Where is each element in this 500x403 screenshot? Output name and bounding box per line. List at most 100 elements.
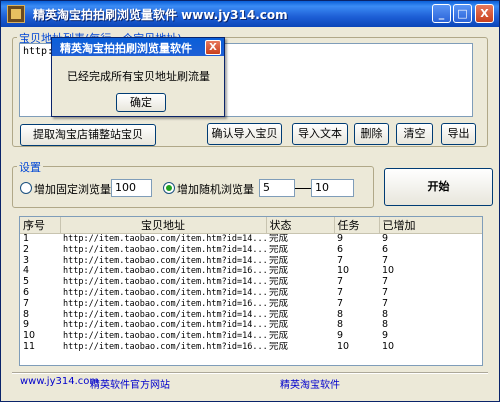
col-header-status[interactable]: 状态 (266, 217, 335, 234)
table-row[interactable]: 1 http://item.taobao.com/item.htm?id=14..… (20, 234, 482, 245)
cell-added: 10 (382, 266, 395, 277)
cell-status: 完成 (269, 255, 289, 266)
cell-index: 2 (23, 244, 30, 255)
cell-status: 完成 (269, 277, 289, 288)
settings-label: 设置 (17, 159, 43, 175)
table-row[interactable]: 3 http://item.taobao.com/item.htm?id=14..… (20, 256, 482, 267)
cell-task: 7 (337, 255, 344, 266)
clear-button[interactable]: 清空 (396, 123, 433, 145)
cell-url: http://item.taobao.com/item.htm?id=14... (63, 244, 266, 255)
dialog-ok-button[interactable]: 确定 (116, 93, 166, 112)
cell-task: 10 (337, 266, 350, 277)
table-row[interactable]: 7 http://item.taobao.com/item.htm?id=16..… (20, 299, 482, 310)
fixed-views-radio[interactable] (20, 182, 32, 194)
random-views-label: 增加随机浏览量 (177, 183, 254, 196)
footer-site-url[interactable]: www.jy314.com (20, 376, 99, 387)
minimize-button[interactable]: _ (432, 4, 451, 23)
col-header-added[interactable]: 已增加 (379, 217, 482, 234)
window-title: 精英淘宝拍拍刷浏览量软件 www.jy314.com (33, 8, 288, 22)
range-dash (295, 188, 311, 189)
cell-added: 7 (382, 277, 389, 288)
col-header-url[interactable]: 宝贝地址 (60, 217, 267, 234)
cell-url: http://item.taobao.com/item.htm?id=14... (63, 320, 266, 331)
cell-task: 8 (337, 309, 344, 320)
delete-button[interactable]: 删除 (354, 123, 389, 145)
cell-status: 完成 (269, 266, 289, 277)
cell-status: 完成 (269, 298, 289, 309)
table-row[interactable]: 9 http://item.taobao.com/item.htm?id=14..… (20, 320, 482, 331)
footer-site-label[interactable]: 精英软件官方网站 (90, 376, 170, 391)
cell-status: 完成 (269, 244, 289, 255)
cell-index: 5 (23, 277, 30, 288)
cell-added: 9 (382, 331, 389, 342)
table-row[interactable]: 8 http://item.taobao.com/item.htm?id=14..… (20, 310, 482, 321)
cell-task: 7 (337, 298, 344, 309)
cell-index: 8 (23, 309, 30, 320)
dialog-message: 已经完成所有宝贝地址刷流量 (67, 70, 210, 83)
random-views-radio[interactable] (163, 182, 175, 194)
main-window: 精英淘宝拍拍刷浏览量软件 www.jy314.com _ □ X 宝贝地址列表(… (0, 0, 500, 402)
cell-task: 10 (337, 341, 350, 352)
cell-status: 完成 (269, 309, 289, 320)
footer-product[interactable]: 精英淘宝软件 (280, 376, 340, 391)
cell-added: 9 (382, 233, 389, 245)
cell-task: 8 (337, 320, 344, 331)
cell-url: http://item.taobao.com/item.htm?id=14... (63, 255, 266, 266)
cell-task: 9 (337, 331, 344, 342)
cell-url: http://item.taobao.com/item.htm?id=16... (63, 341, 266, 352)
cell-added: 10 (382, 341, 395, 352)
maximize-button[interactable]: □ (453, 4, 472, 23)
cell-status: 完成 (269, 287, 289, 298)
cell-status: 完成 (269, 233, 289, 245)
random-min-input[interactable]: 5 (259, 179, 295, 197)
cell-added: 8 (382, 309, 389, 320)
cell-index: 7 (23, 298, 30, 309)
table-row[interactable]: 4 http://item.taobao.com/item.htm?id=16..… (20, 266, 482, 277)
start-button[interactable]: 开始 (384, 168, 493, 206)
cell-url: http://item.taobao.com/item.htm?id=14... (63, 287, 266, 298)
cell-status: 完成 (269, 331, 289, 342)
col-header-task[interactable]: 任务 (334, 217, 380, 234)
table-row[interactable]: 5 http://item.taobao.com/item.htm?id=14..… (20, 277, 482, 288)
dialog-title-bar[interactable]: 精英淘宝拍拍刷浏览量软件 X (52, 38, 224, 56)
cell-index: 4 (23, 266, 30, 277)
cell-index: 9 (23, 320, 30, 331)
result-table[interactable]: 序号 宝贝地址 状态 任务 已增加 1 http://item.taobao.co… (19, 216, 483, 366)
cell-url: http://item.taobao.com/item.htm?id=14... (63, 234, 266, 244)
random-max-input[interactable]: 10 (311, 179, 354, 197)
table-row[interactable]: 6 http://item.taobao.com/item.htm?id=14..… (20, 288, 482, 299)
cell-task: 7 (337, 277, 344, 288)
cell-status: 完成 (269, 320, 289, 331)
table-row[interactable]: 10 http://item.taobao.com/item.htm?id=14.… (20, 331, 482, 342)
import-text-button[interactable]: 导入文本 (292, 123, 348, 145)
cell-added: 7 (382, 298, 389, 309)
cell-status: 完成 (269, 341, 289, 352)
cell-task: 6 (337, 244, 344, 255)
cell-index: 11 (23, 341, 36, 352)
confirm-import-button[interactable]: 确认导入宝贝 (207, 123, 282, 145)
cell-task: 9 (337, 233, 344, 245)
app-icon (7, 5, 25, 23)
fixed-views-input[interactable]: 100 (111, 179, 152, 197)
cell-url: http://item.taobao.com/item.htm?id=14... (63, 277, 266, 288)
cell-index: 10 (23, 331, 36, 342)
cell-url: http://item.taobao.com/item.htm?id=16... (63, 298, 266, 309)
footer-separator (12, 372, 488, 374)
cell-url: http://item.taobao.com/item.htm?id=14... (63, 309, 266, 320)
title-bar[interactable]: 精英淘宝拍拍刷浏览量软件 www.jy314.com _ □ X (1, 1, 499, 27)
cell-added: 7 (382, 287, 389, 298)
close-button[interactable]: X (475, 4, 494, 23)
extract-store-button[interactable]: 提取淘宝店铺整站宝贝 (20, 124, 156, 146)
cell-task: 7 (337, 287, 344, 298)
col-header-index[interactable]: 序号 (20, 217, 61, 234)
cell-url: http://item.taobao.com/item.htm?id=14... (63, 331, 266, 342)
cell-added: 6 (382, 244, 389, 255)
dialog-title: 精英淘宝拍拍刷浏览量软件 (60, 42, 192, 55)
dialog-close-button[interactable]: X (205, 40, 221, 55)
cell-url: http://item.taobao.com/item.htm?id=16... (63, 266, 266, 277)
completion-dialog: 精英淘宝拍拍刷浏览量软件 X 已经完成所有宝贝地址刷流量 确定 (51, 37, 225, 117)
fixed-views-label: 增加固定浏览量 (34, 183, 111, 196)
table-row[interactable]: 2 http://item.taobao.com/item.htm?id=14..… (20, 245, 482, 256)
export-button[interactable]: 导出 (441, 123, 476, 145)
table-row[interactable]: 11 http://item.taobao.com/item.htm?id=16.… (20, 342, 482, 353)
